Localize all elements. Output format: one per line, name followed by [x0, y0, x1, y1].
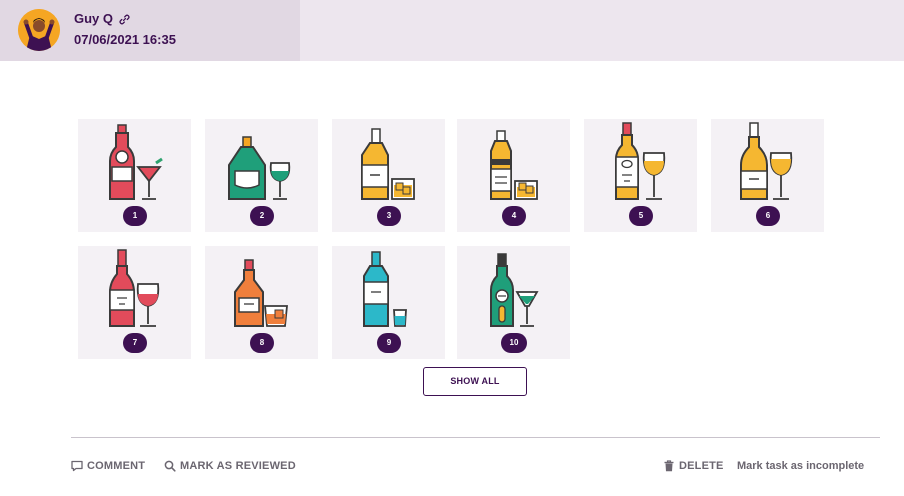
item-number-badge: 4 [502, 206, 526, 226]
gallery-item-8[interactable]: 8 [205, 246, 318, 359]
item-number-badge: 8 [250, 333, 274, 353]
link-icon[interactable] [119, 13, 130, 25]
author-name-text: Guy Q [74, 11, 114, 26]
gallery-item-9[interactable]: 9 [332, 246, 445, 359]
mark-as-reviewed-button[interactable]: MARK AS REVIEWED [164, 460, 296, 472]
avatar[interactable] [18, 9, 60, 51]
gallery-item-5[interactable]: 5 [584, 119, 697, 232]
comment-label: COMMENT [87, 460, 146, 472]
gallery-item-10[interactable]: 10 [457, 246, 570, 359]
post-timestamp: 07/06/2021 16:35 [74, 32, 176, 47]
author-block: Guy Q 07/06/2021 16:35 [0, 0, 300, 61]
delete-label: DELETE [679, 460, 724, 472]
item-number-badge: 1 [123, 206, 147, 226]
comment-button[interactable]: COMMENT [71, 460, 145, 472]
gallery-item-4[interactable]: 4 [457, 119, 570, 232]
gallery-item-6[interactable]: 6 [711, 119, 824, 232]
mark-incomplete-button[interactable]: Mark task as incomplete [737, 460, 864, 472]
trash-icon [664, 460, 674, 472]
avatar-image [18, 9, 60, 51]
divider [71, 437, 880, 438]
gallery-item-2[interactable]: 2 [205, 119, 318, 232]
item-number-badge: 6 [756, 206, 780, 226]
item-number-badge: 7 [123, 333, 147, 353]
item-number-badge: 2 [250, 206, 274, 226]
gallery-item-1[interactable]: 1 [78, 119, 191, 232]
author-name: Guy Q [74, 11, 130, 26]
delete-button[interactable]: DELETE [663, 460, 724, 472]
item-number-badge: 5 [629, 206, 653, 226]
gallery-item-7[interactable]: 7 [78, 246, 191, 359]
gallery-item-3[interactable]: 3 [332, 119, 445, 232]
item-number-badge: 10 [501, 333, 527, 353]
mark-as-reviewed-label: MARK AS REVIEWED [180, 460, 296, 472]
search-icon [164, 460, 176, 472]
mark-incomplete-label: Mark task as incomplete [737, 460, 865, 472]
item-number-badge: 3 [377, 206, 401, 226]
comment-icon [71, 460, 83, 472]
show-all-button[interactable]: SHOW ALL [423, 367, 527, 396]
item-number-badge: 9 [377, 333, 401, 353]
